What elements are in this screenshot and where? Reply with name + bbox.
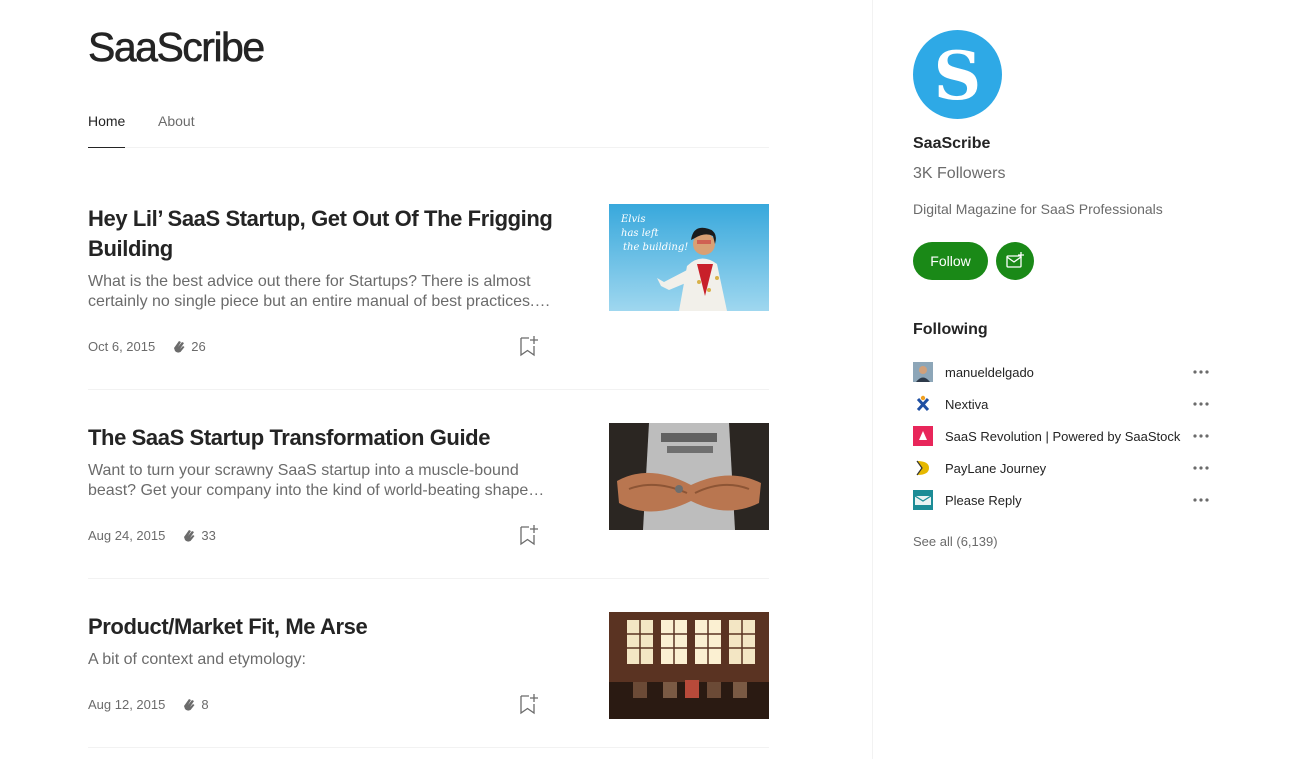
email-subscribe-icon <box>1006 252 1024 268</box>
article-card: Hey Lil’ SaaS Startup, Get Out Of The Fr… <box>88 147 769 390</box>
publication-tabs: Home About <box>88 113 769 148</box>
dragons-den-image <box>609 612 769 719</box>
bookmark-button[interactable] <box>518 523 540 552</box>
article-subtitle[interactable]: A bit of context and etymology: <box>88 650 553 670</box>
logo-letter: S <box>933 37 982 115</box>
article-thumbnail[interactable]: Elvis has left the building! <box>609 204 769 311</box>
following-name: Please Reply <box>945 492 1022 508</box>
clap-icon <box>174 341 185 353</box>
avatar <box>913 362 933 382</box>
publication-logo[interactable]: S <box>913 30 1002 119</box>
following-item[interactable]: SaaS Revolution | Powered by SaaStock <box>913 426 1213 446</box>
article-title[interactable]: Product/Market Fit, Me Arse <box>88 612 558 642</box>
clap-count: 26 <box>191 338 206 354</box>
avatar <box>913 426 933 446</box>
clap-count: 33 <box>201 527 216 543</box>
following-item[interactable]: manueldelgado <box>913 362 1213 382</box>
more-options-icon[interactable] <box>1192 365 1210 379</box>
article-meta: Aug 12, 2015 8 <box>88 696 209 712</box>
avatar <box>913 490 933 510</box>
article-date[interactable]: Oct 6, 2015 <box>88 339 155 354</box>
following-heading: Following <box>913 321 988 338</box>
bookmark-add-icon <box>520 694 538 715</box>
following-item[interactable]: Nextiva <box>913 394 1213 414</box>
following-item[interactable]: PayLane Journey <box>913 458 1213 478</box>
clap-icon <box>184 699 195 711</box>
avatar <box>913 458 933 478</box>
more-options-icon[interactable] <box>1192 493 1210 507</box>
following-item[interactable]: Please Reply <box>913 490 1213 510</box>
avatar <box>913 394 933 414</box>
clap-button[interactable]: 33 <box>181 527 216 543</box>
see-all-link[interactable]: See all (6,139) <box>913 534 998 549</box>
tab-home[interactable]: Home <box>88 113 126 148</box>
article-meta: Oct 6, 2015 26 <box>88 338 206 354</box>
article-thumbnail[interactable] <box>609 612 769 719</box>
following-name: PayLane Journey <box>945 460 1047 476</box>
bookmark-add-icon <box>520 525 538 546</box>
muscle-man-image <box>609 423 769 530</box>
article-title[interactable]: Hey Lil’ SaaS Startup, Get Out Of The Fr… <box>88 204 558 264</box>
follow-button[interactable]: Follow <box>913 242 988 280</box>
clap-count: 8 <box>201 696 209 712</box>
article-subtitle[interactable]: Want to turn your scrawny SaaS startup i… <box>88 461 553 501</box>
article-subtitle[interactable]: What is the best advice out there for St… <box>88 272 553 312</box>
more-options-icon[interactable] <box>1192 461 1210 475</box>
article-title[interactable]: The SaaS Startup Transformation Guide <box>88 423 558 453</box>
more-options-icon[interactable] <box>1192 397 1210 411</box>
svg-text:the building!: the building! <box>623 242 688 253</box>
bookmark-button[interactable] <box>518 692 540 721</box>
publication-title[interactable]: SaaScribe <box>88 24 266 71</box>
article-date[interactable]: Aug 24, 2015 <box>88 528 165 543</box>
article-card: The SaaS Startup Transformation Guide Wa… <box>88 390 769 579</box>
article-card: Product/Market Fit, Me Arse A bit of con… <box>88 579 769 748</box>
following-name: SaaS Revolution | Powered by SaaStock <box>945 428 1181 444</box>
bookmark-add-icon <box>520 336 538 357</box>
followers-count[interactable]: 3K Followers <box>913 165 1005 183</box>
more-options-icon[interactable] <box>1192 429 1210 443</box>
elvis-image: Elvis has left the building! <box>609 204 769 311</box>
following-name: manueldelgado <box>945 364 1034 380</box>
image-caption-text: Elvis <box>620 214 645 225</box>
column-divider <box>872 0 873 759</box>
clap-button[interactable]: 8 <box>181 696 209 712</box>
sidebar-publication-name[interactable]: SaaScribe <box>913 135 990 153</box>
article-thumbnail[interactable] <box>609 423 769 530</box>
subscribe-email-button[interactable] <box>996 242 1034 280</box>
article-date[interactable]: Aug 12, 2015 <box>88 697 165 712</box>
clap-icon <box>184 530 195 542</box>
publication-description: Digital Magazine for SaaS Professionals <box>913 201 1163 217</box>
clap-button[interactable]: 26 <box>171 338 206 354</box>
tab-about[interactable]: About <box>158 113 195 148</box>
bookmark-button[interactable] <box>518 334 540 363</box>
following-name: Nextiva <box>945 396 989 412</box>
svg-text:has left: has left <box>621 228 660 239</box>
article-meta: Aug 24, 2015 33 <box>88 527 216 543</box>
